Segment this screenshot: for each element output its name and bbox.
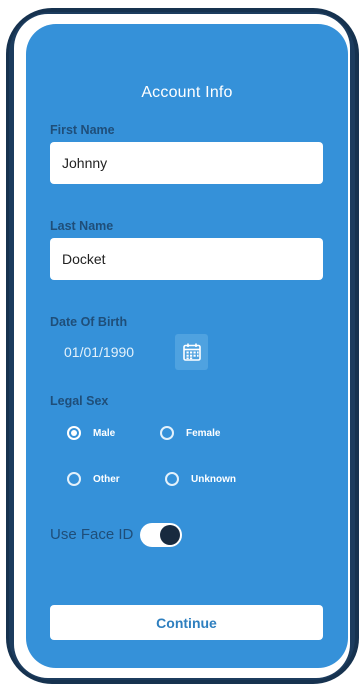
last-name-label: Last Name [50, 219, 114, 233]
date-of-birth-label: Date Of Birth [50, 315, 128, 329]
radio-unselected-icon [67, 472, 81, 486]
radio-option-female[interactable]: Female [160, 426, 220, 440]
radio-option-other[interactable]: Other [67, 472, 120, 486]
calendar-button[interactable] [175, 334, 208, 370]
app-screen: Account Info First Name Last Name Date O… [26, 24, 348, 668]
page-title: Account Info [141, 84, 233, 101]
radio-label-other: Other [93, 473, 120, 485]
radio-label-male: Male [93, 427, 116, 439]
radio-selected-icon [67, 426, 81, 440]
radio-unselected-icon [160, 426, 174, 440]
first-name-label: First Name [50, 123, 115, 137]
face-id-label: Use Face ID [50, 526, 134, 543]
date-of-birth-value[interactable]: 01/01/1990 [64, 344, 134, 360]
radio-option-unknown[interactable]: Unknown [165, 472, 236, 486]
face-id-toggle[interactable] [140, 523, 182, 547]
first-name-input[interactable] [50, 142, 323, 184]
legal-sex-label: Legal Sex [50, 394, 109, 408]
calendar-icon [182, 343, 201, 361]
last-name-input[interactable] [50, 238, 323, 280]
radio-option-male[interactable]: Male [67, 426, 115, 440]
radio-label-unknown: Unknown [191, 473, 236, 485]
radio-unselected-icon [165, 472, 179, 486]
continue-button[interactable]: Continue [50, 605, 323, 640]
radio-label-female: Female [186, 427, 221, 439]
toggle-knob [160, 525, 180, 545]
